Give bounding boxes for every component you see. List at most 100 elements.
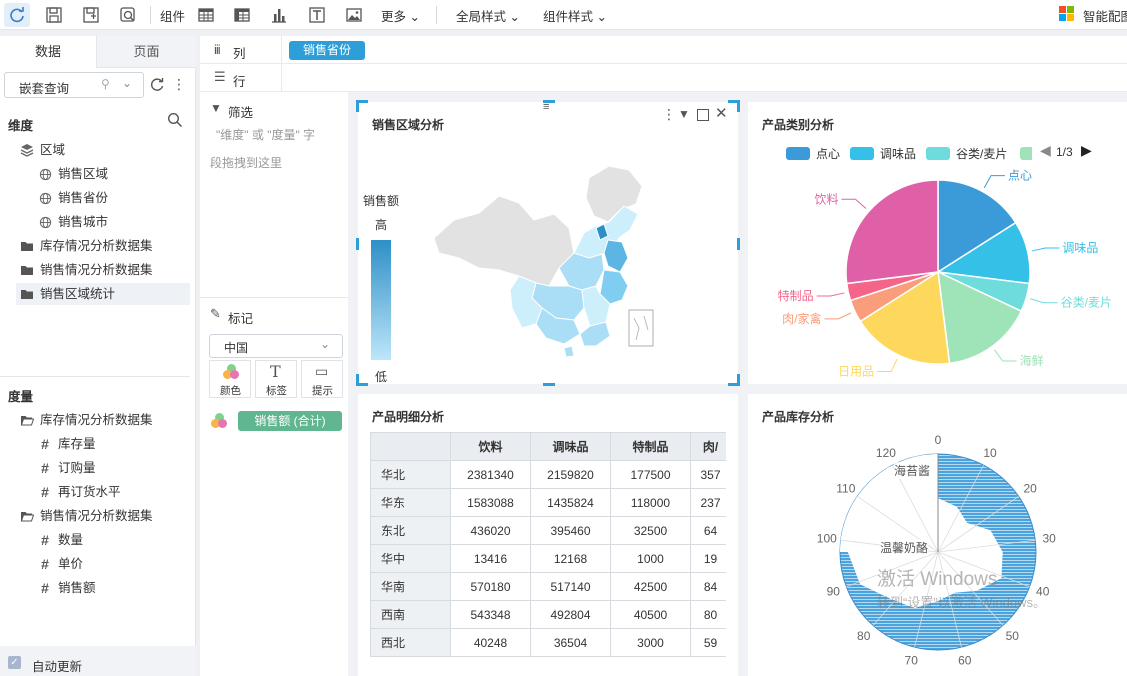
color-icon: [211, 413, 227, 429]
tree-item[interactable]: # 销售额: [38, 577, 95, 599]
pie-slice[interactable]: [845, 179, 939, 285]
resize-handle[interactable]: [356, 374, 368, 386]
tree-item[interactable]: 库存情况分析数据集: [20, 235, 153, 257]
tab-data[interactable]: 数据: [0, 36, 96, 68]
polar-tick-label: 120: [876, 446, 896, 460]
tree-item[interactable]: # 库存量: [38, 433, 95, 455]
polar-tick-label: 30: [1043, 531, 1057, 545]
mark-field-pill[interactable]: 销售额 (合计): [238, 411, 342, 431]
legend-label[interactable]: 调味品: [880, 145, 916, 162]
polar-tick-label: 100: [817, 531, 837, 545]
resize-handle[interactable]: [356, 100, 368, 112]
detail-table: 饮料 调味品 特制品 肉/华北 2381340 2159820 177500 357 华东 158…: [370, 432, 726, 657]
tree-item[interactable]: 库存情况分析数据集: [20, 409, 153, 431]
tree-item[interactable]: 销售区域: [38, 163, 108, 185]
resize-handle[interactable]: [728, 374, 740, 386]
table-header-cell[interactable]: 调味品: [530, 432, 611, 461]
table-cell: 177500: [610, 460, 691, 489]
dashboard-canvas: 销售区域分析 ≡ ⋮ ▼ ✕ 销售额 高 低 产品类别分析 点心 调味品 谷类/…: [348, 92, 1127, 676]
column-field-pill[interactable]: 销售省份: [289, 41, 365, 60]
chevron-left-icon[interactable]: ◀: [1040, 142, 1051, 159]
preview-icon[interactable]: [115, 3, 141, 27]
cross-table-icon[interactable]: [229, 3, 255, 27]
legend-label[interactable]: 谷类/麦片: [956, 145, 1007, 162]
table-row: 西南 543348 492804 40500 80: [370, 600, 726, 629]
table-cell: 32500: [610, 516, 691, 545]
pie-label-line: [877, 358, 898, 373]
more-options-icon[interactable]: ⋮: [662, 106, 676, 123]
text-box-icon[interactable]: [304, 3, 330, 27]
table-header-cell[interactable]: 特制品: [610, 432, 691, 461]
label-button[interactable]: T 标签: [255, 360, 297, 398]
folder-open-icon: [20, 413, 34, 427]
resize-handle[interactable]: [728, 100, 740, 112]
color-icon: [223, 364, 239, 380]
resize-handle[interactable]: [737, 238, 740, 250]
map-card[interactable]: 销售区域分析 ≡ ⋮ ▼ ✕ 销售额 高 低: [356, 100, 740, 386]
inventory-card[interactable]: 产品库存分析 0 10 20 30 40 50 60 70 80 90 100 110 120 海苔酱 …: [748, 394, 1127, 676]
table-row: 华中 13416 12168 1000 19: [370, 544, 726, 573]
drag-icon[interactable]: ≡: [543, 101, 549, 113]
tree-item[interactable]: 销售城市: [38, 211, 108, 233]
resize-handle[interactable]: [543, 383, 555, 386]
comment-icon: ▭: [315, 363, 329, 379]
table-header-cell[interactable]: [370, 432, 451, 461]
tree-item[interactable]: 销售情况分析数据集: [20, 259, 153, 281]
map-select[interactable]: 中国 ⌄: [209, 334, 343, 358]
inventory-card-title: 产品库存分析: [762, 410, 835, 424]
legend-label[interactable]: 点心: [816, 145, 840, 162]
tree-item[interactable]: # 再订货水平: [38, 481, 120, 503]
dataset-select[interactable]: 嵌套查询 ⚲ ⌄: [4, 72, 144, 98]
auto-update-checkbox[interactable]: ✓: [8, 656, 21, 669]
table-cell: 1583088: [450, 488, 531, 517]
refresh-data-icon[interactable]: [149, 77, 165, 93]
chevron-right-icon[interactable]: ▶: [1081, 142, 1092, 159]
activation-watermark-text: 转到“设置”以激活 Windows。: [877, 595, 1047, 610]
chevron-down-icon: ⌄: [509, 10, 520, 24]
filter-icon[interactable]: ▼: [678, 107, 690, 121]
row-label: 行: [233, 75, 246, 89]
save-as-icon[interactable]: [78, 3, 104, 27]
column-shelf: iii 列 销售省份: [200, 36, 1127, 64]
tree-item[interactable]: 销售情况分析数据集: [20, 505, 153, 527]
tree-item[interactable]: 销售省份: [38, 187, 108, 209]
refresh-icon[interactable]: [4, 3, 30, 27]
tree-item[interactable]: 区域: [20, 139, 65, 161]
tooltip-button[interactable]: ▭ 提示: [301, 360, 343, 398]
save-icon[interactable]: [41, 3, 67, 27]
measure-title: 度量: [8, 390, 34, 404]
search-icon[interactable]: [167, 112, 183, 128]
component-style-menu[interactable]: 组件样式 ⌄: [543, 6, 607, 25]
image-icon[interactable]: [341, 3, 367, 27]
pie-label-line: [1031, 247, 1060, 252]
china-map: [433, 165, 654, 358]
tree-item[interactable]: 销售区域统计: [16, 283, 190, 305]
global-style-menu[interactable]: 全局样式 ⌄: [456, 6, 520, 25]
text-icon: T: [270, 362, 281, 381]
close-icon[interactable]: ✕: [715, 104, 728, 122]
table-cell: 19: [690, 544, 726, 573]
more-options-icon[interactable]: ⋮: [172, 76, 186, 93]
map-legend-title: 销售额: [363, 194, 400, 208]
search-icon: ⚲: [101, 77, 110, 91]
bar-chart-icon[interactable]: [266, 3, 292, 27]
pie-label-line: [816, 292, 845, 297]
pie-card[interactable]: 产品类别分析 点心 调味品 谷类/麦片 ◀ 1/3 ▶ 点心 调味品 谷类/麦片 海鲜 日用…: [748, 102, 1127, 384]
polar-tick-label: 50: [1006, 629, 1020, 643]
table-card[interactable]: 产品明细分析 饮料 调味品 特制品 肉/华北 2381340 2159820 177500 3…: [358, 394, 738, 676]
tree-item[interactable]: # 订购量: [38, 457, 95, 479]
polar-tick-label: 80: [857, 629, 871, 643]
maximize-icon[interactable]: [697, 109, 709, 121]
table-header-cell[interactable]: 饮料: [450, 432, 531, 461]
color-button[interactable]: 颜色: [209, 360, 251, 398]
resize-handle[interactable]: [356, 238, 359, 250]
smart-chart-button[interactable]: 智能配图: [1083, 6, 1127, 25]
tab-page[interactable]: 页面: [96, 36, 196, 68]
tree-item-label: 销售情况分析数据集: [40, 263, 153, 277]
more-menu[interactable]: 更多 ⌄: [381, 6, 420, 25]
table-icon[interactable]: [193, 3, 219, 27]
table-header-cell[interactable]: 肉/: [690, 432, 726, 461]
component-label: 组件: [160, 10, 186, 24]
tree-item[interactable]: # 单价: [38, 553, 83, 575]
tree-item[interactable]: # 数量: [38, 529, 83, 551]
